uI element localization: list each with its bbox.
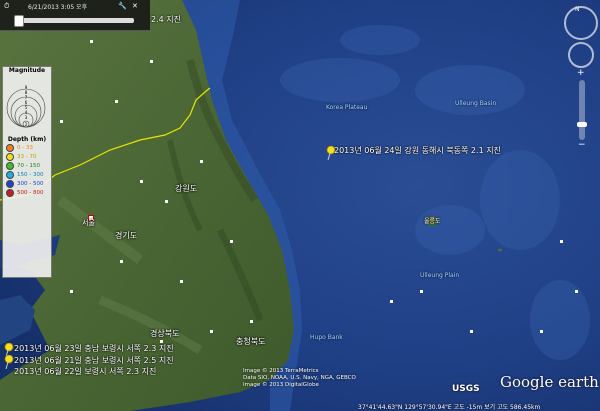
mag-label-6: 6: [25, 100, 28, 105]
depth-swatch: [6, 180, 14, 188]
imagery-credits: Image © 2013 TerraMetrics Data SIO, NOAA…: [243, 368, 356, 388]
label-hupo-bank: Hupo Bank: [310, 334, 343, 341]
depth-swatch: [6, 171, 14, 179]
zoom-slider[interactable]: [579, 80, 585, 140]
legend-depth-title: Depth (km): [7, 136, 47, 143]
top-placemark-label: 2.4 지진: [151, 15, 181, 24]
zoom-slider-handle[interactable]: [577, 122, 587, 127]
mag-label-7: 7: [25, 95, 28, 100]
status-bar-coordinates: 37°41'44.63"N 129°57'30.94"E 고도 -15m 보기 …: [358, 404, 541, 411]
label-ulleung-plain: Ulleung Plain: [420, 272, 460, 279]
label-seoul: 서울: [82, 219, 95, 227]
compass-north-icon[interactable]: N: [575, 6, 580, 13]
pushpin-icon: [4, 355, 14, 369]
mag-label-2: 2: [25, 122, 28, 127]
label-gangwon: 강원도: [175, 184, 198, 193]
depth-swatch: [6, 144, 14, 152]
mag-label-9: 9: [25, 85, 28, 90]
time-slider-handle[interactable]: [14, 15, 24, 27]
zoom-in-icon[interactable]: +: [577, 68, 585, 78]
legend-magnitude-title: Magnitude: [8, 67, 46, 74]
label-ulleung-island: 울릉도: [424, 218, 441, 225]
placemark-label-sw2: 2013년 06월 21일 충남 보령시 서쪽 2.5 지진: [14, 356, 174, 365]
time-slider-track[interactable]: [16, 18, 134, 23]
settings-icon[interactable]: 🔧: [118, 2, 127, 10]
move-joystick[interactable]: [568, 42, 594, 68]
magnitude-legend: Magnitude 2 3 4 5 6 7 8 9 Depth (km) 0 -…: [2, 66, 52, 278]
mag-label-5: 5: [25, 105, 28, 110]
time-slider-panel: ⏱ 6/21/2013 3:05 오후 🔧 ✕: [0, 0, 150, 31]
label-korea-plateau: Korea Plateau: [326, 104, 368, 111]
mag-label-8: 8: [25, 90, 28, 95]
depth-swatch: [6, 162, 14, 170]
zoom-out-icon[interactable]: −: [578, 140, 586, 150]
legend-depth-row: 33 - 70: [6, 153, 48, 161]
look-joystick[interactable]: [564, 6, 598, 40]
placemark-label-main: 2013년 06월 24일 강원 동해시 북동쪽 2.1 지진: [334, 146, 501, 155]
close-icon[interactable]: ✕: [132, 2, 138, 10]
placemark-label-sw1: 2013년 06월 23일 충남 보령시 서쪽 2.3 지진: [14, 344, 174, 353]
legend-depth-row: 0 - 33: [6, 144, 48, 152]
usgs-logo: USGS: [452, 384, 480, 394]
legend-depth-row: 300 - 500: [6, 180, 48, 188]
depth-swatch: [6, 189, 14, 197]
mag-label-4: 4: [25, 110, 28, 115]
google-earth-logo: Google earth: [500, 373, 599, 391]
time-slider-date: 6/21/2013 3:05 오후: [28, 4, 88, 11]
label-gyeongbuk: 경상북도: [150, 329, 180, 338]
legend-depth-row: 150 - 300: [6, 171, 48, 179]
label-gyeonggi: 경기도: [115, 231, 138, 240]
label-chungbuk: 충청북도: [236, 337, 266, 346]
placemark-label-sw3: 2013년 06월 22일 보령시 서쪽 2.3 지진: [14, 367, 157, 376]
legend-depth-row: 70 - 150: [6, 162, 48, 170]
clock-icon[interactable]: ⏱: [4, 2, 9, 11]
label-ulleung-basin: Ulleung Basin: [455, 100, 497, 107]
legend-depth-row: 500 - 800: [6, 189, 48, 197]
mag-label-3: 3: [25, 115, 28, 120]
depth-swatch: [6, 153, 14, 161]
magnitude-circles: 2 3 4 5 6 7 8 9: [6, 85, 46, 128]
